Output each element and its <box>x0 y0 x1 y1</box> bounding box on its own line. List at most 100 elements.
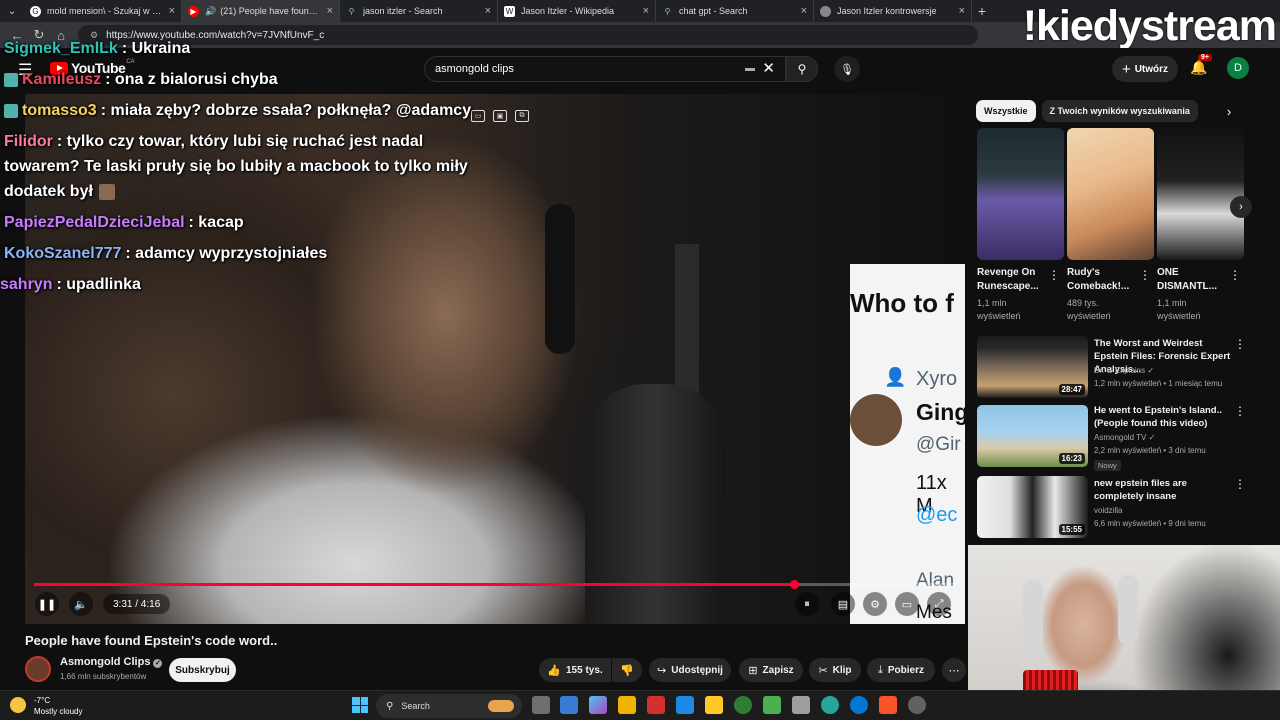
chat-user: tomasso3 <box>22 102 97 119</box>
chat-text: towarem? Te laski pruły się bo lubiły a … <box>4 158 468 175</box>
more-vert-icon[interactable]: ⋮ <box>1139 268 1151 282</box>
site-info-icon[interactable]: ⚙ <box>90 30 98 41</box>
file-explorer-icon[interactable] <box>618 696 636 714</box>
notifications-button[interactable]: 🔔 9+ <box>1190 54 1212 76</box>
subscribe-button[interactable]: Subskrybuj <box>169 658 236 682</box>
seek-bar[interactable] <box>34 580 956 589</box>
short-title[interactable]: Revenge On Runescape... <box>977 266 1049 294</box>
channel-avatar[interactable] <box>25 656 51 682</box>
new-tab-button[interactable]: + <box>972 3 992 19</box>
create-button[interactable]: + Utwórz <box>1112 56 1178 82</box>
browser-tab[interactable]: W Jason Itzler - Wikipedia × <box>498 0 656 22</box>
user-icon: 👤 <box>884 367 907 387</box>
tab-search-icon[interactable]: ⌄ <box>0 0 24 22</box>
app-icon[interactable] <box>821 696 839 714</box>
short-thumbnail[interactable] <box>1157 128 1244 260</box>
clear-search-icon[interactable]: ✕ <box>762 59 775 77</box>
more-vert-icon[interactable]: ⋮ <box>1229 268 1241 282</box>
close-tab-icon[interactable]: × <box>801 5 807 17</box>
browser-tab-active[interactable]: ▶ 🔊 (21) People have found Epstein × <box>182 0 340 22</box>
taskbar-search[interactable]: ⚲ Search <box>376 694 522 718</box>
app-icon[interactable] <box>908 696 926 714</box>
chevron-right-icon[interactable]: › <box>1218 100 1240 122</box>
copy-icon[interactable]: ⧉ <box>515 110 529 122</box>
search-icon: ⚲ <box>386 700 394 712</box>
chip-from-search[interactable]: Z Twoich wyników wyszukiwania <box>1041 100 1198 122</box>
short-title[interactable]: Rudy's Comeback!... <box>1067 266 1139 294</box>
utorrent-icon[interactable] <box>734 696 752 714</box>
folder-icon[interactable] <box>705 696 723 714</box>
brave-icon[interactable] <box>879 696 897 714</box>
chat-user: PapiezPedalDzieciJebal <box>4 214 185 231</box>
close-tab-icon[interactable]: × <box>643 5 649 17</box>
scissors-icon: ✂ <box>818 664 828 677</box>
recommendation-channel[interactable]: Dr. G Explains ✓ <box>1094 366 1154 375</box>
clip-label: Klip <box>832 664 852 676</box>
close-tab-icon[interactable]: × <box>169 5 175 17</box>
download-button[interactable]: ⤓ Pobierz <box>867 658 935 682</box>
recommendation-meta: 2,2 mln wyświetleń • 3 dni temu <box>1094 446 1206 455</box>
browser-tab[interactable]: ⚲ jason itzler - Search × <box>340 0 498 22</box>
chat-text: dodatek był <box>4 183 93 200</box>
pip-icon[interactable]: ▣ <box>493 110 507 122</box>
more-vert-icon[interactable]: ⋮ <box>1048 268 1060 282</box>
tab-title: (21) People have found Epstein <box>220 6 323 16</box>
theater-mode-button[interactable]: ▭ <box>895 592 919 616</box>
close-tab-icon[interactable]: × <box>959 5 965 17</box>
like-button[interactable]: 👍 155 tys. <box>539 658 611 682</box>
recommendation-thumbnail[interactable]: 28:47 <box>977 336 1088 398</box>
share-button[interactable]: ↪ Udostępnij <box>649 658 731 682</box>
pause-button[interactable]: ❚❚ <box>35 592 59 616</box>
more-vert-icon[interactable]: ⋮ <box>1234 337 1246 351</box>
recommendation-channel[interactable]: voidzilla <box>1094 506 1122 515</box>
app-l-icon[interactable] <box>647 696 665 714</box>
seek-handle[interactable] <box>789 580 799 589</box>
more-vert-icon[interactable]: ⋮ <box>1234 477 1246 491</box>
browser-tab[interactable]: Gmold mension\ - Szukaj w Google × <box>24 0 182 22</box>
recommendation-channel[interactable]: Asmongold TV ✓ <box>1094 433 1155 442</box>
speaker-icon[interactable]: 🔊 <box>205 6 216 17</box>
recommendation-thumbnail[interactable]: 16:23 <box>977 405 1088 467</box>
close-tab-icon[interactable]: × <box>485 5 491 17</box>
shorts-next-button[interactable]: › <box>1230 196 1252 218</box>
fullscreen-button[interactable]: ⤢ <box>927 592 951 616</box>
clip-button[interactable]: ✂ Klip <box>809 658 861 682</box>
panel-handle: @Gir <box>916 434 961 455</box>
panel-avatar <box>850 394 902 446</box>
account-avatar[interactable]: D <box>1227 57 1249 79</box>
search-button[interactable]: ⚲ <box>786 56 818 82</box>
chat-message: Sigmek_EmlLk: Ukraina <box>4 40 190 58</box>
save-button[interactable]: ⊞ Zapisz <box>739 658 803 682</box>
more-actions-button[interactable]: ⋯ <box>942 658 966 682</box>
autoplay-toggle[interactable]: ⏸ <box>795 592 819 616</box>
browser-tab[interactable]: ⚲ chat gpt - Search × <box>656 0 814 22</box>
short-thumbnail[interactable] <box>977 128 1064 260</box>
short-title[interactable]: ONE DISMANTL... <box>1157 266 1229 294</box>
keyboard-icon[interactable]: ▬ <box>745 63 755 74</box>
chip-all[interactable]: Wszystkie <box>976 100 1036 122</box>
volume-button[interactable]: 🔈 <box>69 592 93 616</box>
browser-tab[interactable]: Jason Itzler kontrowersje × <box>814 0 972 22</box>
app-icon[interactable] <box>763 696 781 714</box>
edge-icon[interactable] <box>850 696 868 714</box>
app-icon[interactable] <box>560 696 578 714</box>
video-title: People have found Epstein's code word.. <box>25 633 278 648</box>
channel-name[interactable]: Asmongold Clips ✓ <box>60 656 163 668</box>
channel-name-text: Asmongold Clips <box>60 656 151 668</box>
dislike-button[interactable]: 👎 <box>612 658 642 682</box>
panel-mention: @ec <box>916 504 958 526</box>
short-thumbnail[interactable] <box>1067 128 1154 260</box>
notepad-icon[interactable] <box>792 696 810 714</box>
copilot-icon[interactable] <box>589 696 607 714</box>
voice-search-button[interactable]: 🎙 <box>834 56 860 82</box>
more-vert-icon[interactable]: ⋮ <box>1234 404 1246 418</box>
close-tab-icon[interactable]: × <box>327 5 333 17</box>
mail-icon[interactable] <box>676 696 694 714</box>
recommendation-thumbnail[interactable]: 15:55 <box>977 476 1088 538</box>
recommendation-title[interactable]: new epstein files are completely insane <box>1094 477 1232 503</box>
start-button[interactable] <box>352 697 368 713</box>
task-view-icon[interactable] <box>532 696 550 714</box>
settings-button[interactable]: ⚙ <box>863 592 887 616</box>
recommendation-title[interactable]: He went to Epstein's Island.. (People fo… <box>1094 404 1232 430</box>
subtitles-button[interactable]: ▤ <box>831 592 855 616</box>
